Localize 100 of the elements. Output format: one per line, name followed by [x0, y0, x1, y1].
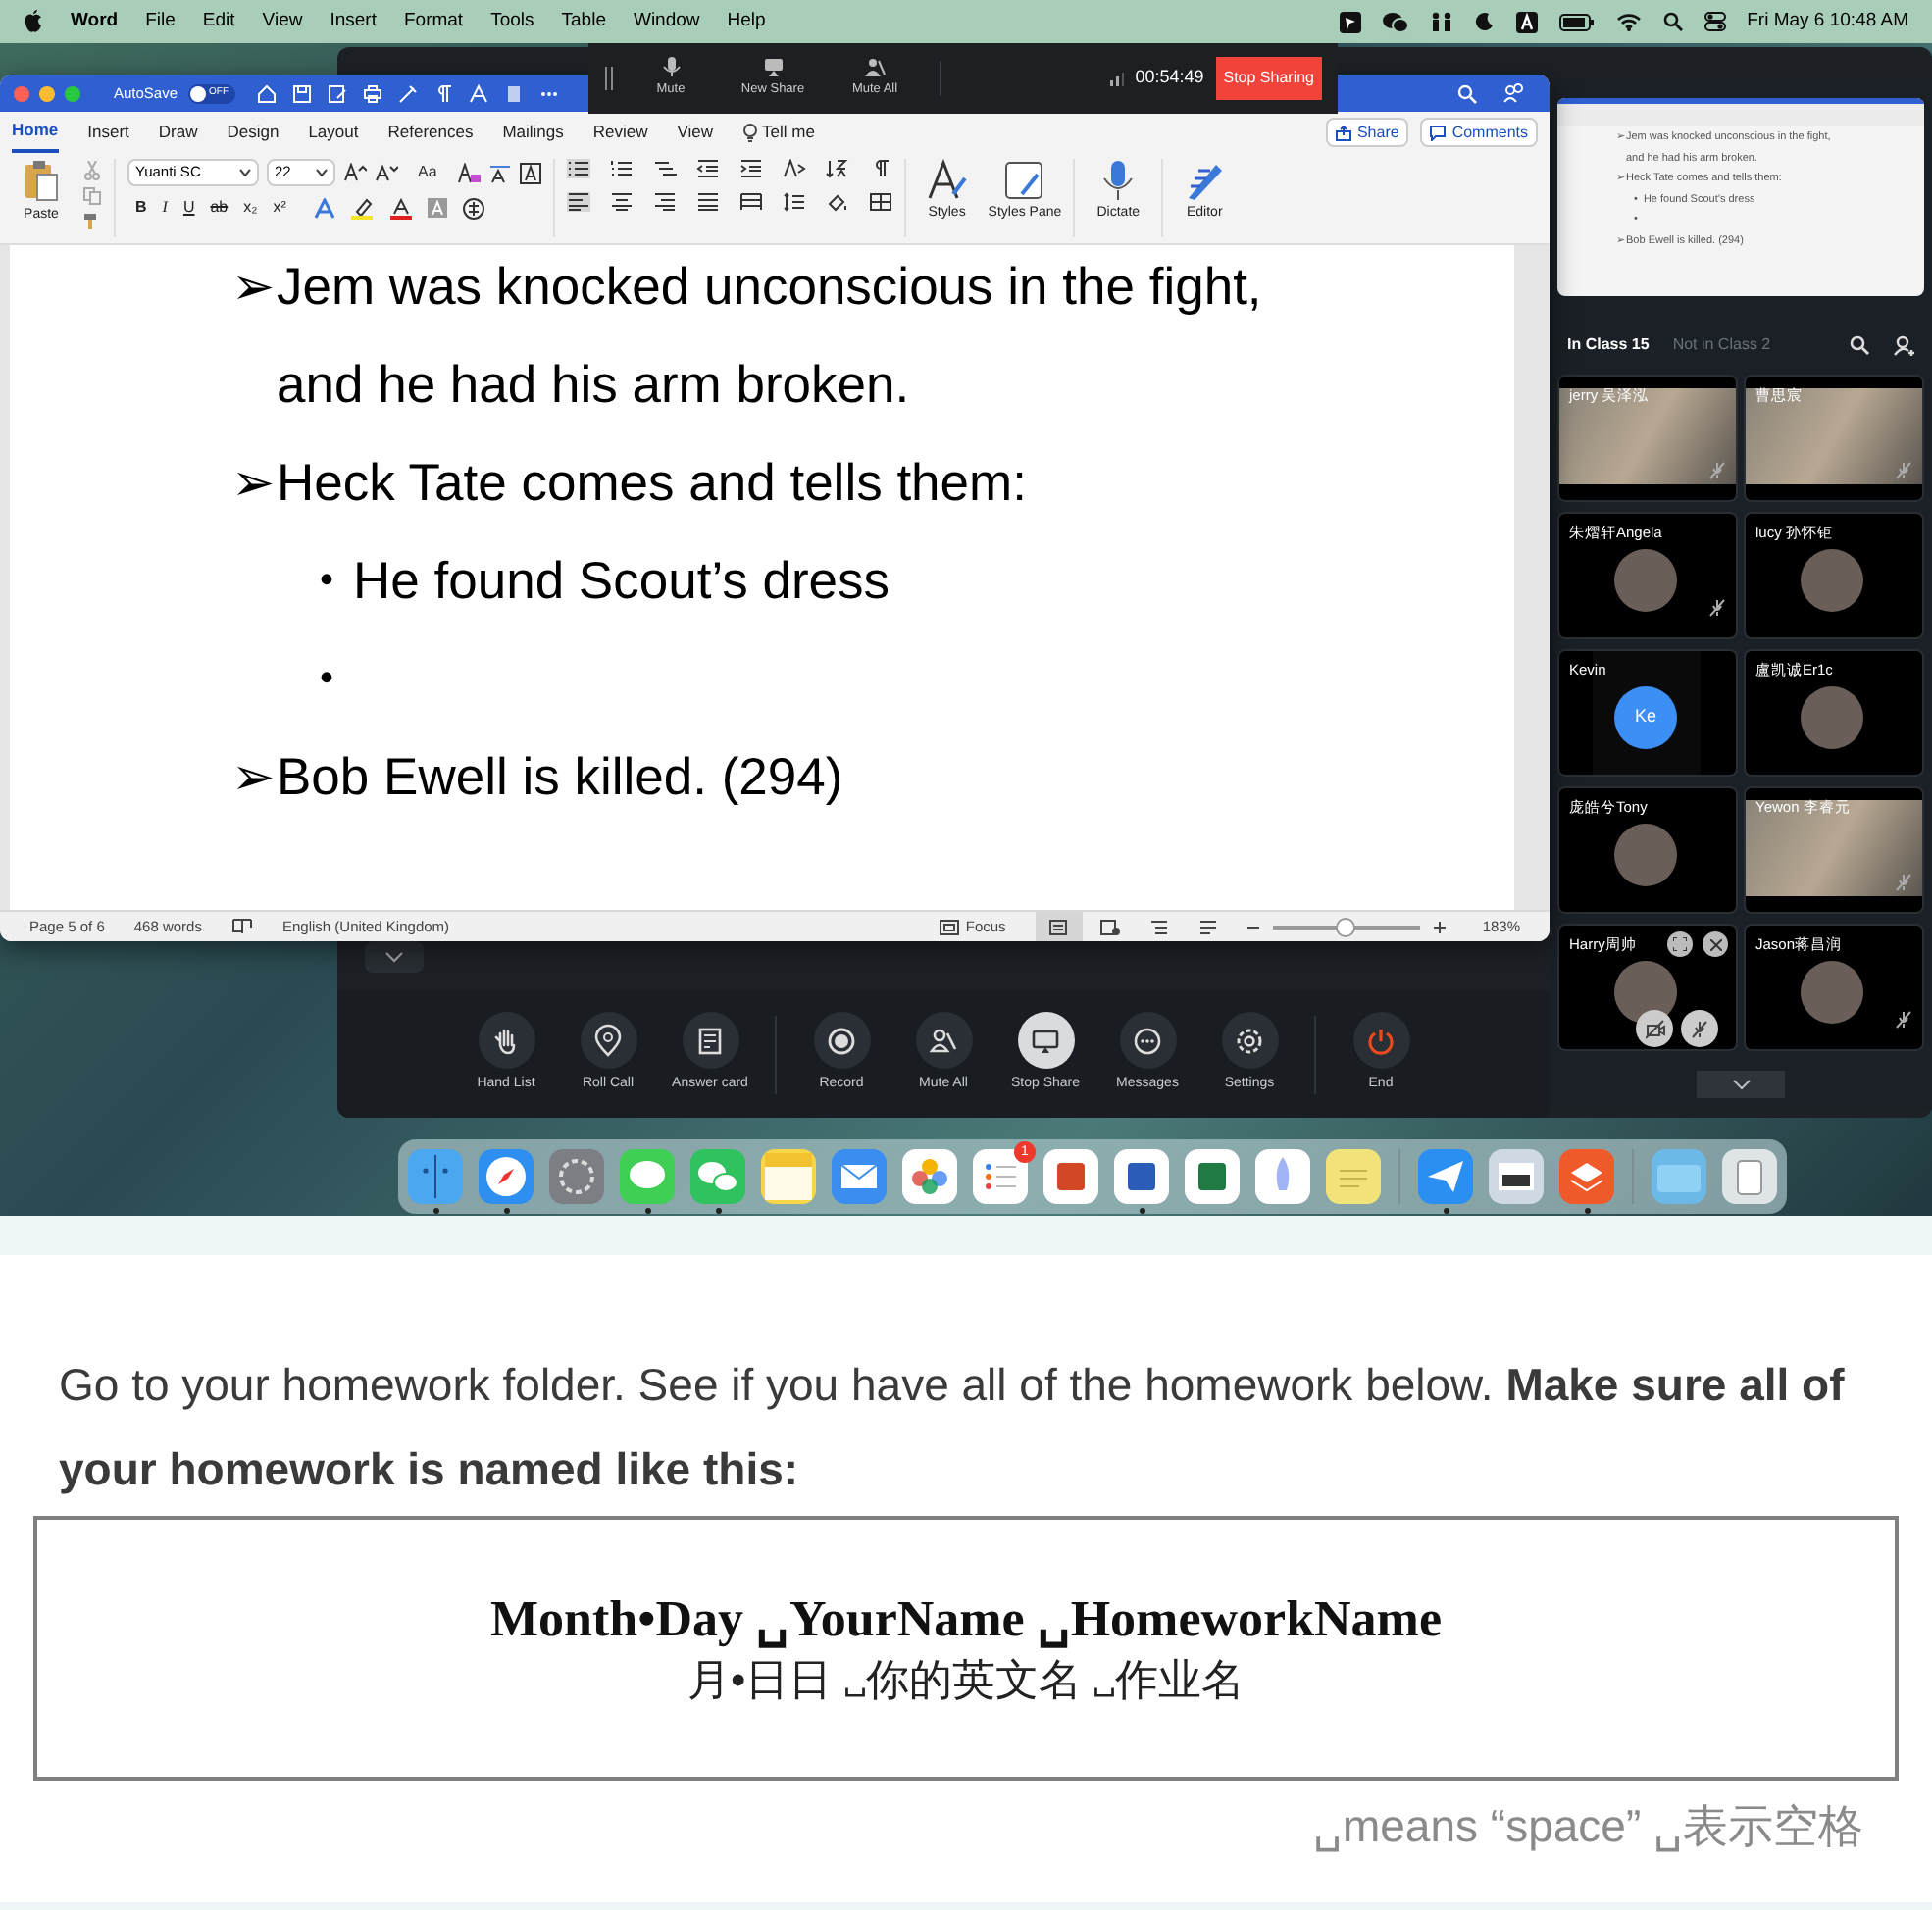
format-button[interactable]: ab — [210, 196, 229, 220]
control-center-icon[interactable] — [1703, 12, 1726, 31]
enclosed-character-icon[interactable] — [462, 197, 484, 219]
ribbon-tab[interactable]: View — [677, 112, 714, 153]
draft-view-icon[interactable] — [1197, 919, 1218, 934]
multilevel-list-icon[interactable] — [652, 159, 677, 178]
format-button[interactable]: U — [182, 196, 195, 220]
print-layout-button[interactable] — [1035, 911, 1083, 941]
line-spacing-icon[interactable] — [782, 192, 806, 212]
drag-handle-icon[interactable] — [604, 67, 614, 90]
justify-icon[interactable] — [695, 192, 720, 212]
wifi-icon[interactable] — [1615, 12, 1642, 31]
menu-item[interactable]: Window — [633, 7, 700, 36]
format-button[interactable]: x₂ — [243, 196, 258, 220]
align-left-icon[interactable] — [566, 192, 590, 212]
minus-icon[interactable] — [1246, 921, 1259, 932]
asian-layout-icon[interactable] — [782, 159, 806, 178]
menu-item[interactable]: Tools — [490, 7, 534, 36]
highlighter-icon[interactable] — [350, 197, 375, 219]
format-button[interactable]: x² — [273, 196, 286, 220]
zoom-button[interactable] — [65, 85, 80, 101]
plus-icon[interactable] — [1433, 921, 1446, 932]
ribbon-tab[interactable]: Design — [227, 112, 280, 153]
close-button[interactable] — [1703, 931, 1728, 957]
panel-tab[interactable]: In Class 15 — [1567, 333, 1650, 357]
face-icon[interactable] — [406, 1147, 465, 1206]
pen-icon[interactable] — [397, 83, 418, 103]
ribbon-tab[interactable]: Insert — [87, 112, 129, 153]
menu-item[interactable]: View — [262, 7, 303, 36]
numbered-list-icon[interactable] — [609, 159, 634, 178]
menu-item[interactable]: Format — [403, 7, 464, 36]
format-button[interactable]: B — [135, 196, 147, 220]
ribbon-tab[interactable]: Mailings — [502, 112, 564, 153]
increase-indent-icon[interactable] — [738, 159, 763, 178]
add-person-icon[interactable] — [1893, 334, 1914, 356]
borders-icon[interactable] — [868, 192, 892, 212]
battery-icon[interactable] — [1558, 13, 1595, 30]
gear-icon[interactable] — [547, 1147, 606, 1206]
sort-icon[interactable] — [825, 159, 849, 178]
paragraph-icon[interactable] — [432, 83, 453, 103]
format-button[interactable]: I — [162, 196, 168, 220]
compass-icon[interactable] — [477, 1147, 535, 1206]
home-icon[interactable] — [256, 83, 277, 103]
apple-icon[interactable] — [24, 10, 43, 33]
edit-doc-icon[interactable] — [327, 83, 347, 103]
ribbon-tab[interactable]: Layout — [308, 112, 359, 153]
keyboard-input-icon[interactable] — [1515, 11, 1538, 32]
font-color-icon[interactable] — [389, 197, 412, 219]
expand-button[interactable] — [1667, 931, 1693, 957]
cursor-icon[interactable] — [1339, 11, 1361, 32]
trash-icon[interactable] — [1720, 1147, 1779, 1206]
share-button[interactable]: Share — [1325, 118, 1409, 147]
camera-off-button[interactable] — [1636, 1010, 1673, 1047]
distributed-icon[interactable] — [738, 192, 763, 212]
phonetic-icon[interactable] — [487, 162, 512, 183]
comments-button[interactable]: Comments — [1420, 118, 1538, 147]
menu-item[interactable]: Help — [727, 7, 766, 36]
proofing-book-icon[interactable] — [230, 918, 253, 935]
ribbon-tab[interactable]: References — [387, 112, 474, 153]
ribbon-tab[interactable]: Review — [592, 112, 648, 153]
text-effects-icon[interactable] — [313, 197, 335, 219]
layers-icon[interactable] — [1557, 1147, 1616, 1206]
change-case-button[interactable]: Aa — [418, 161, 437, 184]
collapse-button[interactable] — [365, 941, 424, 973]
menu-item[interactable]: Insert — [330, 7, 377, 36]
paintbrush-icon[interactable] — [82, 212, 102, 231]
clear-format-icon[interactable] — [456, 162, 481, 183]
speech-bubble-icon[interactable] — [618, 1147, 677, 1206]
mic-off-button[interactable] — [1681, 1010, 1718, 1047]
bullet-list-icon[interactable] — [566, 159, 590, 178]
paper-plane-icon[interactable] — [1416, 1147, 1475, 1206]
clock[interactable]: Fri May 6 10:48 AM — [1747, 7, 1908, 36]
minimize-button[interactable] — [39, 85, 55, 101]
bordered-text-icon[interactable] — [519, 162, 541, 183]
page-icon[interactable] — [503, 83, 524, 103]
grow-font-icon[interactable] — [343, 163, 367, 182]
stop-sharing-button[interactable]: Stop Sharing — [1215, 57, 1322, 100]
menu-item[interactable]: Edit — [202, 7, 235, 36]
outline-view-icon[interactable] — [1148, 919, 1169, 934]
align-center-icon[interactable] — [609, 192, 634, 212]
menu-item[interactable]: Table — [561, 7, 606, 36]
moon-icon[interactable] — [1474, 12, 1495, 31]
checklist-icon[interactable] — [971, 1147, 1030, 1206]
ribbon-tab[interactable]: Draw — [158, 112, 198, 153]
decrease-indent-icon[interactable] — [695, 159, 720, 178]
save-icon[interactable] — [291, 83, 312, 103]
shaded-text-icon[interactable] — [427, 198, 447, 218]
flower-icon[interactable] — [900, 1147, 959, 1206]
envelope-icon[interactable] — [830, 1147, 889, 1206]
web-layout-icon[interactable] — [1099, 919, 1120, 934]
print-icon[interactable] — [362, 83, 382, 103]
menu-item[interactable]: File — [145, 7, 176, 36]
search-icon[interactable] — [1457, 83, 1477, 103]
app-name[interactable]: Word — [71, 7, 119, 36]
search-icon[interactable] — [1662, 12, 1683, 31]
tell-me-search[interactable]: Tell me — [742, 120, 815, 145]
search-icon[interactable] — [1850, 335, 1869, 355]
align-right-icon[interactable] — [652, 192, 677, 212]
chat-bubbles-icon[interactable] — [1382, 11, 1408, 32]
shrink-font-icon[interactable] — [375, 163, 398, 182]
